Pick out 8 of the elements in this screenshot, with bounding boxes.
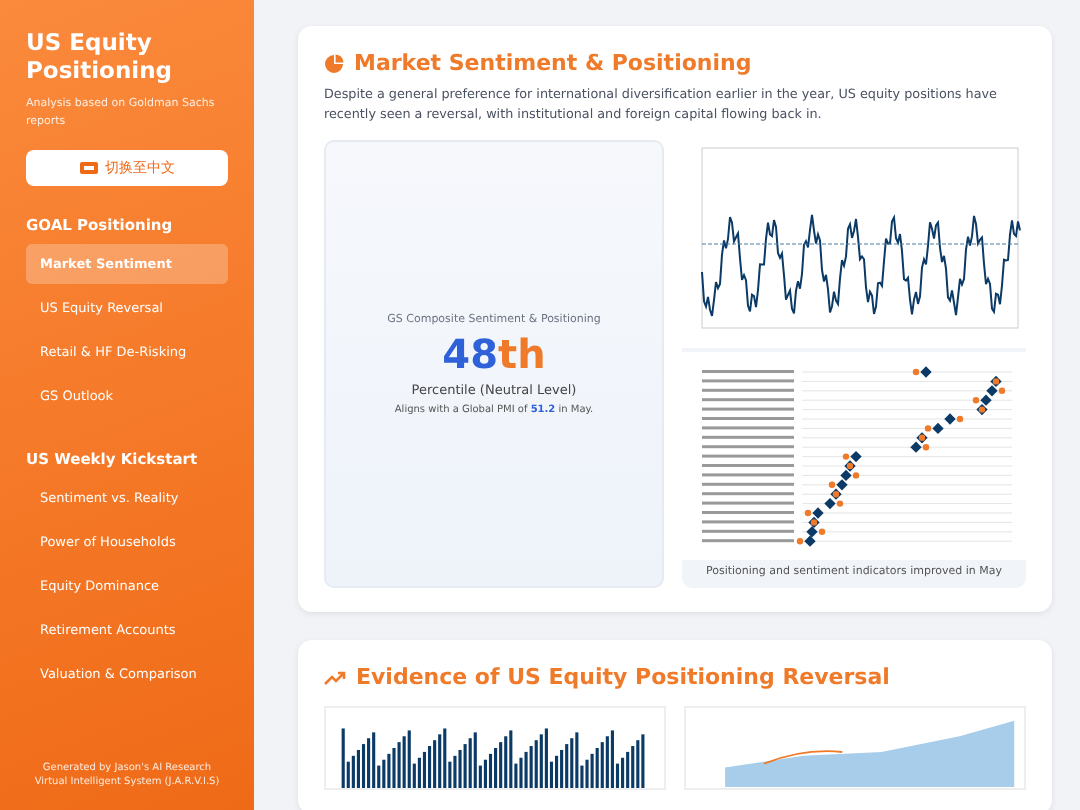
- section-title: Market Sentiment & Positioning: [354, 50, 752, 76]
- diamond-marker: [920, 366, 932, 378]
- trending-up-icon: [324, 669, 346, 685]
- stat-value: 48th: [442, 331, 546, 375]
- language-icon: [79, 162, 97, 174]
- pie-chart-icon: [324, 53, 344, 73]
- sidebar-title: US Equity Positioning: [26, 28, 175, 84]
- section-title: Evidence of US Equity Positioning Reversal: [356, 664, 890, 690]
